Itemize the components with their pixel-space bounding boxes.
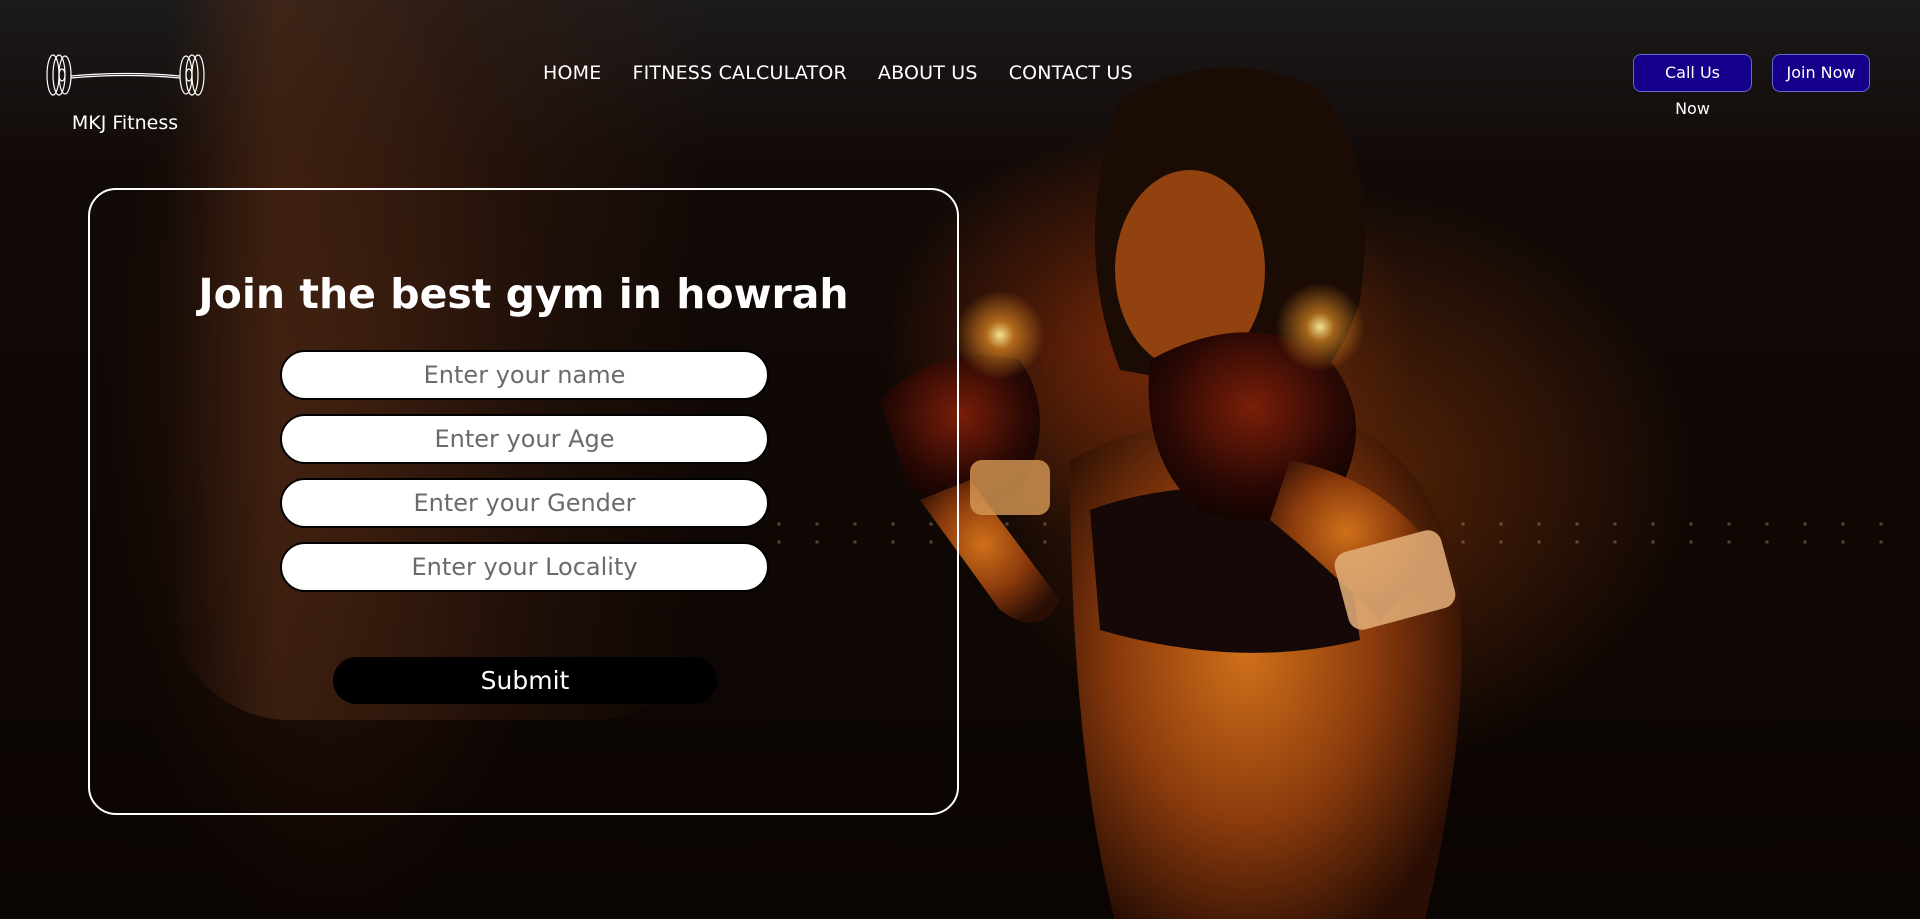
brand-name: MKJ Fitness <box>71 112 179 134</box>
nav-about-us[interactable]: ABOUT US <box>878 62 978 84</box>
name-input[interactable] <box>280 350 769 400</box>
nav-home[interactable]: HOME <box>543 62 601 84</box>
join-now-button[interactable]: Join Now <box>1772 54 1870 92</box>
main-nav: HOME FITNESS CALCULATOR ABOUT US CONTACT… <box>543 62 1133 84</box>
spark-flare <box>1275 282 1365 372</box>
gender-input[interactable] <box>280 478 769 528</box>
barbell-icon <box>45 54 205 96</box>
submit-button[interactable]: Submit <box>333 657 717 704</box>
nav-fitness-calculator[interactable]: FITNESS CALCULATOR <box>632 62 846 84</box>
join-form-card: Join the best gym in howrah Submit <box>88 188 959 815</box>
locality-input[interactable] <box>280 542 769 592</box>
spark-flare <box>955 290 1045 380</box>
brand-logo[interactable]: MKJ Fitness <box>40 52 210 134</box>
form-title: Join the best gym in howrah <box>198 270 849 318</box>
nav-contact-us[interactable]: CONTACT US <box>1009 62 1133 84</box>
age-input[interactable] <box>280 414 769 464</box>
call-us-now-button[interactable]: Call Us Now <box>1633 54 1752 118</box>
